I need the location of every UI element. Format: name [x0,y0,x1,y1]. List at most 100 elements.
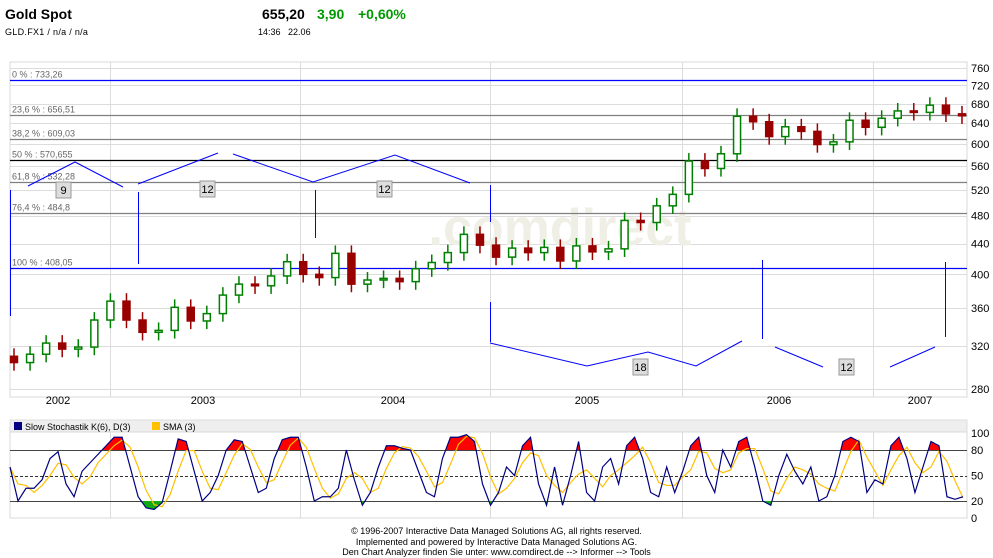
footer: © 1996-2007 Interactive Data Managed Sol… [0,526,993,558]
candle [893,110,902,120]
y-tick-label: 760 [971,63,989,75]
candle [475,233,485,246]
stoch-tick: 0 [971,513,977,525]
candle [845,119,854,143]
x-tick-label: 2005 [575,395,599,407]
y-tick-label: 560 [971,161,989,173]
candle [57,342,67,350]
y-tick-label: 400 [971,269,989,281]
y-tick-label: 680 [971,99,989,111]
fib-label: 0 % : 733,26 [12,70,63,80]
copyright: © 1996-2007 Interactive Data Managed Sol… [351,526,642,536]
fib-label: 23,6 % : 656,51 [12,105,75,115]
candle [781,126,790,138]
candle [652,205,661,224]
chart-area: .comdirect 0 % : 733,2623,6 % : 656,5138… [9,61,989,525]
candle [700,160,710,170]
candle [925,104,935,114]
y-tick-label: 520 [971,185,989,197]
x-tick-label: 2003 [191,395,215,407]
y-tick-label: 280 [971,384,989,396]
candle [861,119,870,129]
candle [748,115,758,123]
candle [170,306,179,332]
candle [732,115,742,155]
y-tick-label: 360 [971,303,989,315]
stochastic-k-line [9,434,964,511]
fib-label: 61,8 % : 532,28 [12,172,75,182]
candle [106,300,115,321]
candle [668,193,678,207]
candle [909,110,919,114]
candle [813,130,822,146]
candle [443,251,453,264]
overbought-fill [10,434,963,450]
x-tick-label: 2006 [767,395,791,407]
stoch-tick: 80 [971,445,983,457]
candle [411,268,420,283]
x-tick-label: 2007 [908,395,932,407]
candle [90,319,99,348]
x-tick-label: 2004 [381,395,405,407]
candle [363,279,372,285]
fib-label: 50 % : 570,655 [12,150,73,160]
y-tick-label: 440 [971,239,989,251]
candle [957,113,967,117]
candle [877,117,886,129]
candle [572,245,581,262]
y-tick-label: 640 [971,118,989,130]
candle [282,260,292,277]
stoch-tick: 100 [971,428,989,440]
candle [315,273,324,279]
oversold-fill [10,501,963,510]
candle [539,246,549,254]
candle [556,246,565,262]
candle [298,260,308,276]
candle [797,126,806,133]
candle [395,277,404,283]
candle [829,141,838,146]
legend-swatch-sma [152,422,160,430]
x-tick-label: 2002 [46,395,70,407]
implemented-by: Implemented and powered by Interactive D… [355,536,638,547]
cycle-label: 9 [60,185,66,197]
grid [9,61,968,518]
stochastic-panel: Slow Stochastik K(6), D(3) SMA (3) 100 80 50… [9,419,989,525]
candle [347,252,356,285]
candle [234,283,244,296]
candle [122,300,131,321]
candle [25,353,35,364]
candle [636,219,645,224]
cycle-label: 12 [378,184,390,196]
candle [379,277,388,281]
y-tick-label: 600 [971,139,989,151]
candle [941,104,951,115]
legend-k: Slow Stochastik K(6), D(3) [25,422,131,432]
candle [427,261,437,270]
fib-label: 100 % : 408,05 [12,258,73,268]
candle [9,355,19,364]
candle [331,252,340,279]
candle [202,312,212,322]
candle [250,283,260,287]
cycle-label: 18 [634,362,646,374]
candle [716,153,726,170]
candle [491,244,501,258]
candle [459,233,469,254]
candle [588,245,597,253]
cycle-label: 12 [201,184,213,196]
fib-label: 76,4 % : 484,8 [12,203,70,213]
legend-swatch-k [14,422,22,430]
y-tick-label: 320 [971,341,989,353]
candle [266,275,276,287]
candle [507,247,517,258]
candle [138,319,147,334]
candle [74,346,83,350]
candle [41,342,51,355]
stoch-tick: 20 [971,496,983,508]
stoch-tick: 50 [971,471,983,483]
candle [620,219,629,250]
candle [604,248,613,253]
candle [523,247,533,254]
y-tick-label: 480 [971,211,989,223]
